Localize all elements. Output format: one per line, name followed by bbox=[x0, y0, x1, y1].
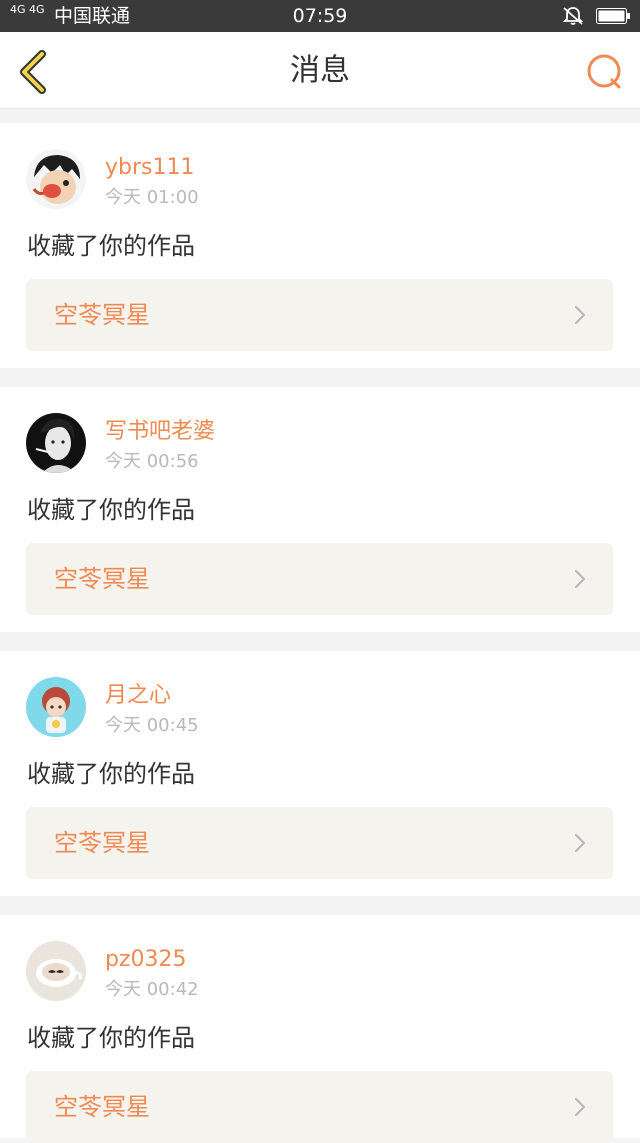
page-title: 消息 bbox=[290, 53, 350, 88]
status-time: 07:59 bbox=[292, 5, 348, 27]
work-link[interactable]: 空苓冥星 bbox=[26, 279, 613, 351]
cartoon-boy-avatar bbox=[26, 149, 86, 209]
chevron-right-icon bbox=[574, 569, 586, 589]
battery-icon bbox=[596, 8, 630, 24]
message-card: ybrs111 今天 01:00 收藏了你的作品 空苓冥星 bbox=[0, 123, 640, 368]
message-card: 写书吧老婆 今天 00:56 收藏了你的作品 空苓冥星 bbox=[0, 387, 640, 632]
message-text: 收藏了你的作品 bbox=[27, 760, 195, 788]
message-time: 今天 00:56 bbox=[105, 451, 199, 472]
message-card: pz0325 今天 00:42 收藏了你的作品 空苓冥星 bbox=[0, 915, 640, 1143]
work-title: 空苓冥星 bbox=[54, 829, 150, 857]
user-avatar[interactable] bbox=[26, 677, 86, 737]
coffee-cup-avatar bbox=[26, 941, 86, 1001]
user-name[interactable]: 月之心 bbox=[105, 683, 171, 709]
user-name[interactable]: pz0325 bbox=[105, 947, 187, 973]
search-icon[interactable] bbox=[584, 52, 624, 92]
work-link[interactable]: 空苓冥星 bbox=[26, 1071, 613, 1143]
user-avatar[interactable] bbox=[26, 941, 86, 1001]
navigation-bar: 消息 bbox=[0, 32, 640, 109]
user-name[interactable]: 写书吧老婆 bbox=[105, 419, 215, 445]
bell-muted-icon bbox=[562, 7, 584, 25]
work-link[interactable]: 空苓冥星 bbox=[26, 543, 613, 615]
work-title: 空苓冥星 bbox=[54, 565, 150, 593]
status-bar: 4G 4G 中国联通 07:59 bbox=[0, 0, 640, 32]
chevron-right-icon bbox=[574, 305, 586, 325]
woman-portrait-avatar bbox=[26, 413, 86, 473]
user-avatar[interactable] bbox=[26, 413, 86, 473]
user-name[interactable]: ybrs111 bbox=[105, 155, 194, 181]
message-text: 收藏了你的作品 bbox=[27, 496, 195, 524]
chevron-right-icon bbox=[574, 833, 586, 853]
anime-child-avatar bbox=[26, 677, 86, 737]
work-title: 空苓冥星 bbox=[54, 1093, 150, 1121]
user-avatar[interactable] bbox=[26, 149, 86, 209]
message-time: 今天 00:45 bbox=[105, 715, 199, 736]
work-link[interactable]: 空苓冥星 bbox=[26, 807, 613, 879]
message-time: 今天 00:42 bbox=[105, 979, 199, 1000]
message-text: 收藏了你的作品 bbox=[27, 232, 195, 260]
work-title: 空苓冥星 bbox=[54, 301, 150, 329]
message-card: 月之心 今天 00:45 收藏了你的作品 空苓冥星 bbox=[0, 651, 640, 896]
message-text: 收藏了你的作品 bbox=[27, 1024, 195, 1052]
message-time: 今天 01:00 bbox=[105, 187, 199, 208]
chevron-right-icon bbox=[574, 1097, 586, 1117]
